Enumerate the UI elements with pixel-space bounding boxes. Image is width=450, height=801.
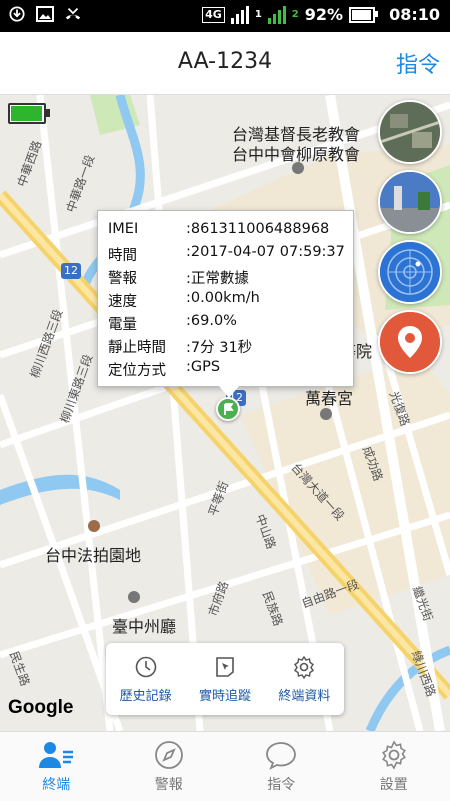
popup-value: :正常數據 <box>186 267 249 288</box>
user-list-icon <box>39 740 73 770</box>
street-view-icon <box>380 172 440 232</box>
popup-value: :69.0% <box>186 313 237 334</box>
nav-terminal[interactable]: 終端 <box>0 732 113 801</box>
popup-row-imei: IMEI:861311006488968 <box>108 221 329 237</box>
history-button[interactable]: 歷史記錄 <box>106 643 185 715</box>
route-shield: 12 <box>61 263 81 279</box>
nav-settings-label: 設置 <box>380 774 408 794</box>
poi-cityhall-icon <box>128 591 140 603</box>
image-icon <box>36 6 54 22</box>
poi-church-icon <box>292 162 304 174</box>
tracking-icon <box>213 655 237 679</box>
nav-settings[interactable]: 設置 <box>338 732 450 801</box>
map-label-temple: 萬春宮 <box>305 385 353 409</box>
satellite-icon <box>380 102 440 162</box>
location-button[interactable] <box>378 310 442 374</box>
popup-row-battery: 電量:69.0% <box>108 313 237 334</box>
command-button[interactable]: 指令 <box>396 47 440 79</box>
device-title: AA-1234 <box>0 49 450 74</box>
vehicle-marker[interactable] <box>216 397 240 421</box>
device-info-button[interactable]: 終端資料 <box>265 643 344 715</box>
battery-percent: 92% <box>305 5 343 24</box>
download-icon <box>8 6 26 22</box>
flag-icon <box>218 399 238 419</box>
clock-icon <box>134 655 158 679</box>
nav-command[interactable]: 指令 <box>225 732 338 801</box>
street-view-button[interactable] <box>378 170 442 234</box>
radar-icon <box>380 242 440 302</box>
popup-key: 靜止時間 <box>108 336 186 357</box>
nav-command-label: 指令 <box>267 774 295 794</box>
popup-key: 速度 <box>108 290 186 311</box>
sim1-label: 1 <box>255 9 262 20</box>
popup-row-alarm: 警報:正常數據 <box>108 267 249 288</box>
battery-icon <box>349 7 375 23</box>
poi-auction-icon <box>88 520 100 532</box>
nav-terminal-label: 終端 <box>42 774 70 794</box>
device-info-label: 終端資料 <box>278 685 330 704</box>
map-label-auction: 台中法拍園地 <box>45 542 141 566</box>
popup-row-time: 時間:2017-04-07 07:59:37 <box>108 244 345 265</box>
popup-key: 定位方式 <box>108 359 186 380</box>
app-header: AA-1234 指令 <box>0 32 450 95</box>
live-tracking-button[interactable]: 實時追蹤 <box>185 643 264 715</box>
signal-sim2-icon <box>268 6 286 24</box>
popup-value: :0.00km/h <box>186 290 260 311</box>
nav-alarm-label: 警報 <box>155 774 183 794</box>
chat-bubble-icon <box>265 740 297 770</box>
satellite-view-button[interactable] <box>378 100 442 164</box>
network-type-badge: 4G <box>202 7 225 23</box>
popup-value: :2017-04-07 07:59:37 <box>186 244 345 265</box>
popup-key: 電量 <box>108 313 186 334</box>
bottom-nav: 終端 警報 指令 設置 <box>0 731 450 801</box>
action-panel: 歷史記錄 實時追蹤 終端資料 <box>106 643 344 715</box>
gear-icon <box>292 655 316 679</box>
poi-temple-icon <box>320 408 332 420</box>
nav-alarm[interactable]: 警報 <box>113 732 226 801</box>
popup-value: :GPS <box>186 359 220 380</box>
popup-value: :7分 31秒 <box>186 336 252 357</box>
map-label-cityhall: 臺中州廳 <box>112 613 176 637</box>
popup-key: 警報 <box>108 267 186 288</box>
clock-time: 08:10 <box>389 5 440 24</box>
signal-sim1-icon <box>231 6 249 24</box>
popup-row-still-time: 靜止時間:7分 31秒 <box>108 336 252 357</box>
google-logo: Google <box>8 697 73 719</box>
history-label: 歷史記錄 <box>120 685 172 704</box>
device-info-popup: IMEI:861311006488968 時間:2017-04-07 07:59… <box>97 210 354 387</box>
settings-icon <box>379 740 409 770</box>
live-tracking-label: 實時追蹤 <box>199 685 251 704</box>
missed-call-icon <box>64 6 82 22</box>
popup-key: IMEI <box>108 221 186 237</box>
sim2-label: 2 <box>292 9 299 20</box>
radar-button[interactable] <box>378 240 442 304</box>
status-bar: 4G 1 2 92% 08:10 <box>0 0 450 32</box>
popup-value: :861311006488968 <box>186 221 329 237</box>
device-battery-icon <box>8 103 46 124</box>
popup-row-positioning: 定位方式:GPS <box>108 359 220 380</box>
popup-key: 時間 <box>108 244 186 265</box>
compass-icon <box>154 740 184 770</box>
location-pin-icon <box>380 312 440 372</box>
popup-row-speed: 速度:0.00km/h <box>108 290 260 311</box>
